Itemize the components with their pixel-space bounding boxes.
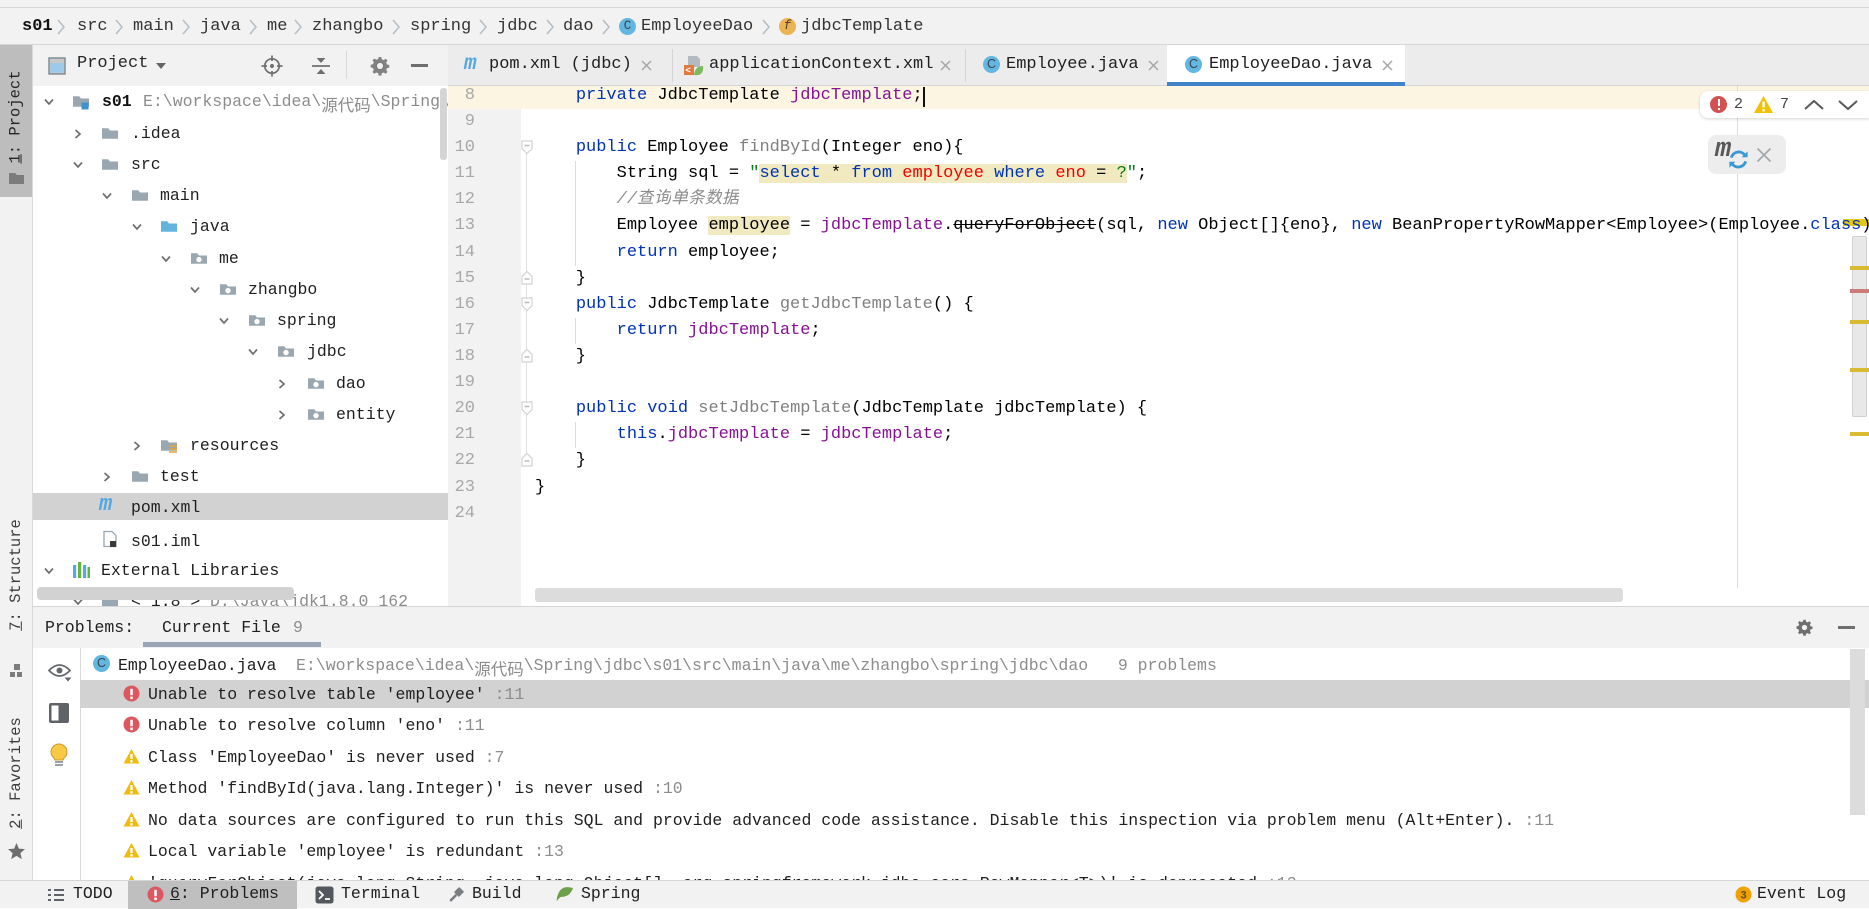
svg-text:3: 3 xyxy=(1740,890,1746,902)
svg-text:<: < xyxy=(685,65,691,76)
